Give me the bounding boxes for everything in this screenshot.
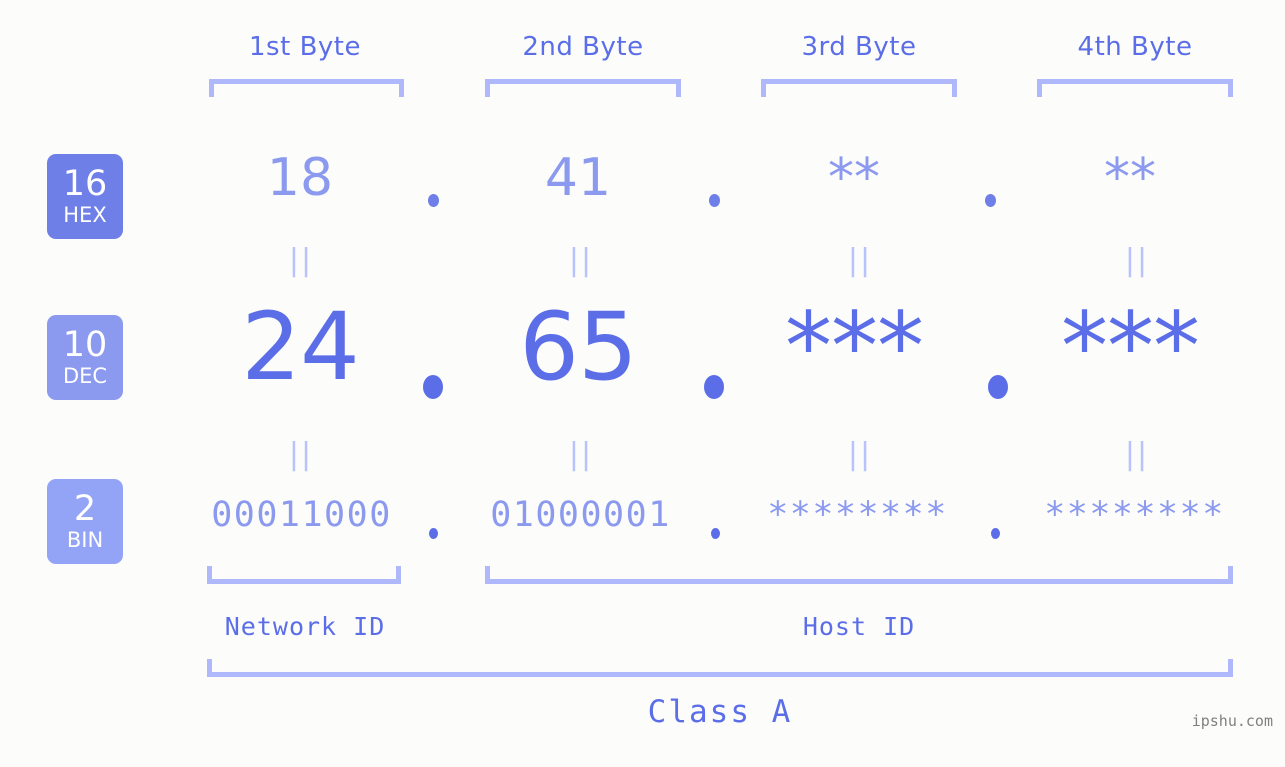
dec-byte-1: 24 (241, 293, 360, 402)
bin-separator-2 (711, 528, 720, 539)
bin-separator-1 (429, 528, 438, 539)
radix-badge-dec: 10 DEC (47, 315, 123, 400)
byte-header-1: 1st Byte (249, 32, 361, 62)
dec-byte-4: *** (1061, 293, 1200, 402)
equals-marker-dec-bin-1: || (288, 437, 314, 472)
network-id-label: Network ID (224, 612, 386, 641)
dec-byte-2: 65 (519, 293, 638, 402)
equals-marker-dec-bin-3: || (847, 437, 873, 472)
hex-byte-4: ** (1104, 148, 1156, 208)
host-id-bracket-top (485, 566, 1233, 584)
radix-badge-hex: 16 HEX (47, 154, 123, 239)
class-bracket (207, 659, 1233, 677)
radix-badge-bin-label: BIN (66, 528, 104, 552)
hex-separator-2 (709, 194, 720, 207)
class-label: Class A (647, 694, 793, 730)
equals-marker-hex-dec-4: || (1124, 243, 1150, 278)
equals-marker-dec-bin-4: || (1124, 437, 1150, 472)
radix-badge-bin-number: 2 (73, 489, 97, 529)
hex-separator-3 (985, 194, 996, 207)
host-id-label: Host ID (802, 612, 916, 641)
byte-bracket-top-2 (485, 79, 681, 97)
radix-badge-hex-label: HEX (63, 203, 107, 227)
byte-header-4: 4th Byte (1077, 32, 1193, 62)
radix-badge-bin: 2 BIN (47, 479, 123, 564)
dec-separator-1 (423, 375, 443, 399)
ip-byte-breakdown-diagram: 1st Byte 2nd Byte 3rd Byte 4th Byte 16 H… (0, 0, 1285, 767)
dec-separator-3 (988, 375, 1008, 399)
bin-byte-3: ******** (767, 495, 948, 535)
radix-badge-dec-label: DEC (62, 364, 108, 388)
hex-byte-1: 18 (266, 148, 334, 208)
hex-byte-3: ** (828, 148, 880, 208)
bin-byte-4: ******** (1044, 495, 1225, 535)
byte-bracket-top-4 (1037, 79, 1233, 97)
dec-separator-2 (704, 375, 724, 399)
network-id-bracket-top (207, 566, 401, 584)
watermark: ipshu.com (1191, 712, 1273, 730)
hex-byte-2: 41 (544, 148, 612, 208)
bin-separator-3 (991, 528, 1000, 539)
byte-bracket-top-1 (209, 79, 404, 97)
dec-byte-3: *** (785, 293, 924, 402)
bin-byte-2: 01000001 (490, 495, 671, 535)
byte-bracket-top-3 (761, 79, 957, 97)
hex-separator-1 (428, 194, 439, 207)
radix-badge-dec-number: 10 (62, 325, 108, 365)
radix-badge-hex-number: 16 (62, 164, 108, 204)
byte-header-2: 2nd Byte (522, 32, 644, 62)
equals-marker-hex-dec-3: || (847, 243, 873, 278)
bin-byte-1: 00011000 (211, 495, 392, 535)
equals-marker-hex-dec-1: || (288, 243, 314, 278)
byte-header-3: 3rd Byte (801, 32, 917, 62)
equals-marker-dec-bin-2: || (568, 437, 594, 472)
equals-marker-hex-dec-2: || (568, 243, 594, 278)
